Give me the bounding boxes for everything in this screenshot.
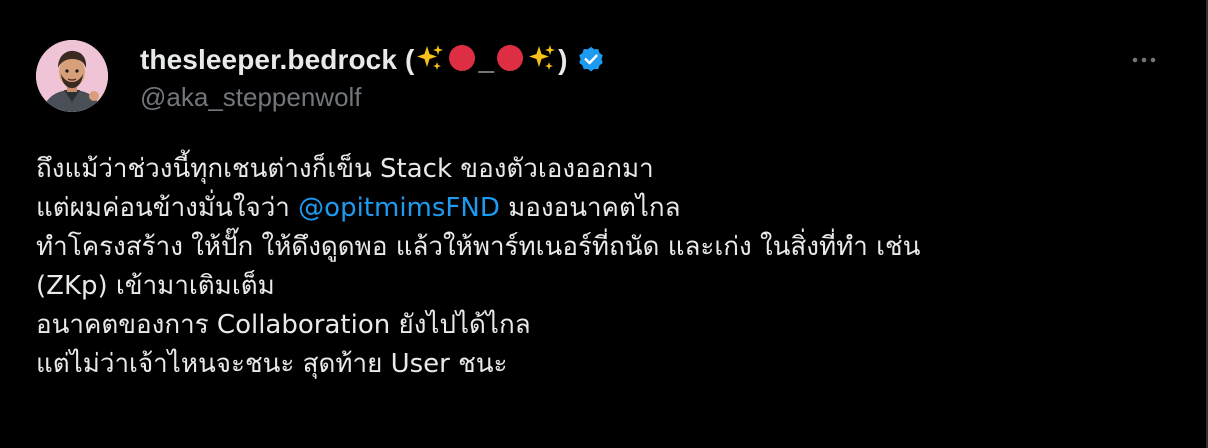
more-options-button[interactable] — [1124, 40, 1164, 80]
avatar-illustration — [36, 40, 108, 112]
author-handle[interactable]: @aka_steppenwolf — [140, 82, 606, 113]
mention-link[interactable]: @opitmimsFND — [298, 193, 500, 223]
sparkles-icon — [527, 43, 557, 77]
tweet-line-4: (ZKp) เข้ามาเติมเต็ม — [36, 271, 275, 301]
tweet-line-2-start: แต่ผมค่อนข้างมั่นใจว่า — [36, 193, 299, 223]
sparkles-icon — [415, 43, 445, 77]
avatar[interactable] — [36, 40, 108, 112]
tweet-line-2-end: มองอนาคตไกล — [499, 193, 681, 223]
tweet-line-5: อนาคตของการ Collaboration ยังไปได้ไกล — [36, 310, 531, 340]
red-circle-icon — [495, 43, 525, 77]
tweet-line-2: แต่ผมค่อนข้างมั่นใจว่า @opitmimsFND มองอ… — [36, 189, 1186, 228]
name-open-paren: ( — [405, 44, 415, 75]
verified-badge-icon[interactable] — [576, 45, 606, 75]
tweet-text: ถึงแม้ว่าช่วงนี้ทุกเชนต่างก็เข็น Stack ข… — [36, 150, 1186, 384]
author-name-row[interactable]: thesleeper.bedrock ( _) — [140, 42, 606, 78]
tweet-line-3: ทำโครงสร้าง ให้ปั๊ก ให้ดึงดูดพอ แล้วให้พ… — [36, 232, 921, 262]
tweet-card: thesleeper.bedrock ( _) @aka_steppenwol… — [0, 0, 1208, 448]
name-underscore: _ — [478, 44, 495, 75]
red-circle-icon — [447, 43, 477, 77]
tweet-line-1: ถึงแม้ว่าช่วงนี้ทุกเชนต่างก็เข็น Stack ข… — [36, 154, 654, 184]
tweet-header: thesleeper.bedrock ( _) @aka_steppenwol… — [140, 42, 606, 113]
author-display-name[interactable]: thesleeper.bedrock — [140, 44, 397, 76]
name-close-paren: ) — [558, 44, 568, 75]
tweet-line-6: แต่ไม่ว่าเจ้าไหนจะชนะ สุดท้าย User ชนะ — [36, 349, 508, 379]
more-horizontal-icon — [1132, 57, 1156, 63]
